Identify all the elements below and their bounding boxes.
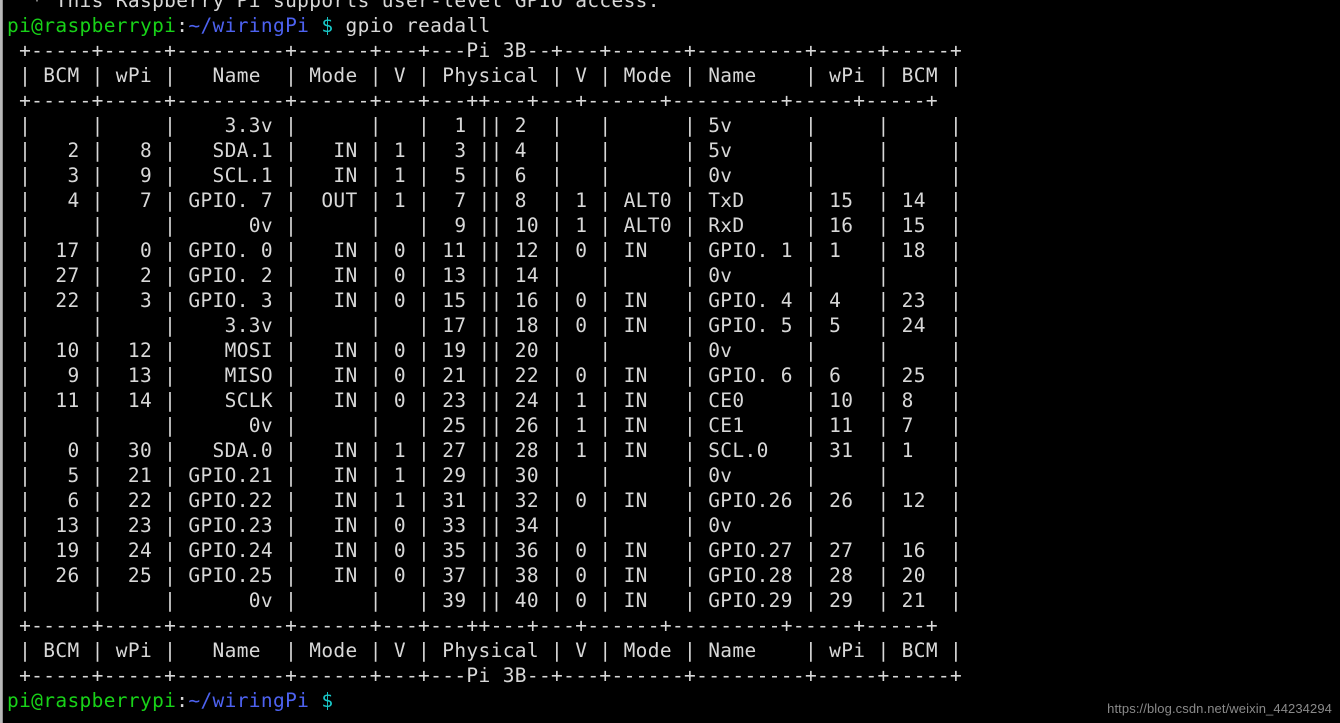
table-border: +-----+-----+---------+------+---+---Pi … [7,39,963,62]
table-row: | 0 | 30 | SDA.0 | IN | 1 | 27 || 28 | 1… [7,438,962,463]
table-row-text: | 13 | 23 | GPIO.23 | IN | 0 | 33 || 34 … [7,514,963,537]
terminal-scrollbar[interactable] [0,0,7,723]
command-prompt-line: pi@raspberrypi:~/wiringPi $ gpio readall [7,13,491,38]
table-row-text: | 22 | 3 | GPIO. 3 | IN | 0 | 15 || 16 |… [7,289,963,312]
table-row-text: | 4 | 7 | GPIO. 7 | OUT | 1 | 7 || 8 | 1… [7,189,963,212]
table-row-text: | 11 | 14 | SCLK | IN | 0 | 23 || 24 | 1… [7,389,963,412]
table-row: | | | 0v | | | 9 || 10 | 1 | ALT0 | RxD … [7,213,962,238]
table-row: | 4 | 7 | GPIO. 7 | OUT | 1 | 7 || 8 | 1… [7,188,962,213]
table-row: | 27 | 2 | GPIO. 2 | IN | 0 | 13 || 14 |… [7,263,962,288]
table-rule-bottom: +-----+-----+---------+------+---+---++-… [7,613,938,638]
table-header-text: | BCM | wPi | Name | Mode | V | Physical… [7,64,963,87]
table-row-text: | 10 | 12 | MOSI | IN | 0 | 19 || 20 | |… [7,339,963,362]
scrollback-line: * This Raspberry Pi supports user-level … [7,0,660,13]
table-rule-foot: +-----+-----+---------+------+---+---Pi … [7,663,962,688]
table-row-text: | 19 | 24 | GPIO.24 | IN | 0 | 35 || 36 … [7,539,963,562]
table-row-text: | 3 | 9 | SCL.1 | IN | 1 | 5 || 6 | | | … [7,164,963,187]
table-row: | 13 | 23 | GPIO.23 | IN | 0 | 33 || 34 … [7,513,962,538]
table-row-text: | | | 3.3v | | | 17 || 18 | 0 | IN | GPI… [7,314,963,337]
watermark-url: https://blog.csdn.net/weixin_44234294 [1107,701,1332,716]
prompt-user-host: pi@raspberrypi [7,689,177,712]
table-row-text: | 26 | 25 | GPIO.25 | IN | 0 | 37 || 38 … [7,564,963,587]
terminal-window[interactable]: * This Raspberry Pi supports user-level … [0,0,1340,723]
prompt-user-host: pi@raspberrypi [7,14,177,37]
prompt-path: ~/wiringPi [188,689,310,712]
table-row: | | | 0v | | | 25 || 26 | 1 | IN | CE1 |… [7,413,962,438]
table-row-text: | 27 | 2 | GPIO. 2 | IN | 0 | 13 || 14 |… [7,264,963,287]
terminal-screen[interactable]: * This Raspberry Pi supports user-level … [7,0,1340,723]
table-row: | 11 | 14 | SCLK | IN | 0 | 23 || 24 | 1… [7,388,962,413]
table-row-text: | | | 0v | | | 39 || 40 | 0 | IN | GPIO.… [7,589,963,612]
trailing-prompt-line[interactable]: pi@raspberrypi:~/wiringPi $ [7,688,333,713]
table-row: | 19 | 24 | GPIO.24 | IN | 0 | 35 || 36 … [7,538,962,563]
table-header-text: | BCM | wPi | Name | Mode | V | Physical… [7,639,963,662]
table-border: +-----+-----+---------+------+---+---Pi … [7,664,963,687]
prompt-symbol: $ [321,689,334,712]
scrollback-text: * This Raspberry Pi supports user-level … [7,0,660,12]
table-border: +-----+-----+---------+------+---+---++-… [7,89,938,112]
table-row-text: | 5 | 21 | GPIO.21 | IN | 1 | 29 || 30 |… [7,464,963,487]
prompt-separator: : [176,14,189,37]
table-row: | 17 | 0 | GPIO. 0 | IN | 0 | 11 || 12 |… [7,238,962,263]
table-row-text: | 9 | 13 | MISO | IN | 0 | 21 || 22 | 0 … [7,364,963,387]
table-rule-header: +-----+-----+---------+------+---+---++-… [7,88,938,113]
table-row: | 9 | 13 | MISO | IN | 0 | 21 || 22 | 0 … [7,363,962,388]
table-header-row: | BCM | wPi | Name | Mode | V | Physical… [7,63,962,88]
table-footer-row: | BCM | wPi | Name | Mode | V | Physical… [7,638,962,663]
table-row: | | | 0v | | | 39 || 40 | 0 | IN | GPIO.… [7,588,962,613]
prompt-symbol: $ [321,14,334,37]
table-rule-top: +-----+-----+---------+------+---+---Pi … [7,38,962,63]
table-row-text: | | | 0v | | | 9 || 10 | 1 | ALT0 | RxD … [7,214,963,237]
table-row-text: | 0 | 30 | SDA.0 | IN | 1 | 27 || 28 | 1… [7,439,963,462]
command-text: gpio readall [333,14,491,37]
table-row-text: | 17 | 0 | GPIO. 0 | IN | 0 | 11 || 12 |… [7,239,963,262]
table-row-text: | 2 | 8 | SDA.1 | IN | 1 | 3 || 4 | | | … [7,139,963,162]
table-row-text: | | | 3.3v | | | 1 || 2 | | | 5v | | | [7,114,963,137]
table-row: | 5 | 21 | GPIO.21 | IN | 1 | 29 || 30 |… [7,463,962,488]
prompt-separator: : [176,689,189,712]
table-row: | 22 | 3 | GPIO. 3 | IN | 0 | 15 || 16 |… [7,288,962,313]
table-row: | 26 | 25 | GPIO.25 | IN | 0 | 37 || 38 … [7,563,962,588]
table-row-text: | | | 0v | | | 25 || 26 | 1 | IN | CE1 |… [7,414,963,437]
table-row: | 3 | 9 | SCL.1 | IN | 1 | 5 || 6 | | | … [7,163,962,188]
table-border: +-----+-----+---------+------+---+---++-… [7,614,938,637]
table-row: | | | 3.3v | | | 17 || 18 | 0 | IN | GPI… [7,313,962,338]
table-row: | 2 | 8 | SDA.1 | IN | 1 | 3 || 4 | | | … [7,138,962,163]
table-row: | | | 3.3v | | | 1 || 2 | | | 5v | | | [7,113,962,138]
table-row-text: | 6 | 22 | GPIO.22 | IN | 1 | 31 || 32 |… [7,489,963,512]
prompt-path: ~/wiringPi [188,14,310,37]
table-row: | 6 | 22 | GPIO.22 | IN | 1 | 31 || 32 |… [7,488,962,513]
table-row: | 10 | 12 | MOSI | IN | 0 | 19 || 20 | |… [7,338,962,363]
